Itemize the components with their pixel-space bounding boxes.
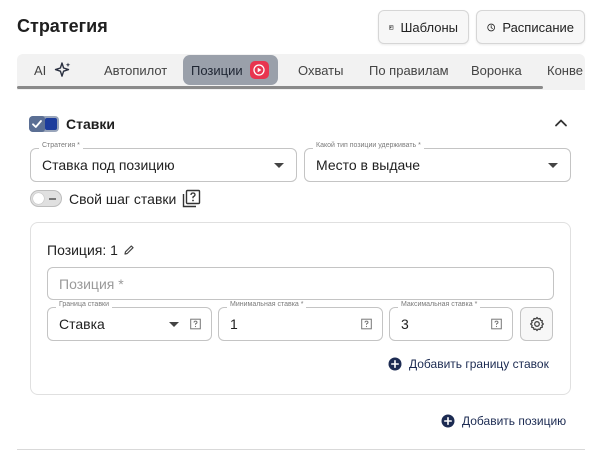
- position-title: Позиция: 1: [47, 242, 118, 258]
- add-bid-border-label: Добавить границу ставок: [409, 357, 549, 371]
- gear-icon: [529, 316, 544, 332]
- dropdown-arrow-icon: [274, 163, 284, 168]
- min-bid-input[interactable]: Минимальная ставка * 1: [218, 301, 383, 341]
- tab-conversions-label: Конве: [547, 62, 583, 78]
- page-title: Стратегия: [17, 16, 108, 36]
- toggle-off-icon: [49, 198, 56, 200]
- tab-ai-label: AI: [34, 62, 47, 78]
- tab-rules-label: По правилам: [369, 62, 449, 78]
- templates-button[interactable]: Шаблоны: [378, 10, 469, 44]
- position-input[interactable]: Позиция *: [47, 267, 554, 300]
- add-position-button[interactable]: Добавить позицию: [441, 414, 566, 428]
- header: Стратегия Шаблоны Расписание: [0, 0, 598, 54]
- hold-type-select[interactable]: Какой тип позиции удерживать * Место в в…: [304, 142, 571, 182]
- help-icon[interactable]: [491, 318, 502, 330]
- add-bid-border-button[interactable]: Добавить границу ставок: [388, 357, 549, 371]
- tab-reach-label: Охваты: [298, 62, 344, 78]
- tab-autopilot[interactable]: Автопилот: [104, 55, 167, 85]
- own-step-label: Свой шаг ставки: [69, 191, 177, 207]
- position-card: Позиция: 1 Позиция * Граница ставки Став…: [30, 222, 571, 395]
- chevron-up-icon[interactable]: [553, 116, 569, 130]
- min-bid-label: Минимальная ставка *: [227, 301, 307, 308]
- help-icon[interactable]: [361, 318, 372, 330]
- strategy-select[interactable]: Стратегия * Ставка под позицию: [30, 142, 297, 182]
- templates-button-label: Шаблоны: [400, 19, 459, 35]
- tabs-scrollbar[interactable]: [17, 86, 543, 89]
- bid-border-select[interactable]: Граница ставки Ставка: [47, 301, 212, 341]
- tab-funnel[interactable]: Воронка: [471, 55, 522, 85]
- bid-border-value: Ставка: [59, 316, 105, 332]
- template-icon: [389, 24, 394, 30]
- own-step-toggle[interactable]: [30, 190, 62, 207]
- checkmark-icon: [29, 116, 45, 132]
- schedule-button-label: Расписание: [502, 19, 574, 35]
- tab-funnel-label: Воронка: [471, 62, 522, 78]
- toggle-knob: [33, 193, 44, 204]
- strategy-select-label: Стратегия *: [39, 142, 83, 149]
- schedule-button[interactable]: Расписание: [476, 10, 585, 44]
- tab-autopilot-label: Автопилот: [104, 62, 168, 78]
- plus-circle-icon: [388, 357, 402, 371]
- bids-section: Ставки Стратегия * Ставка под позицию Ка…: [17, 100, 585, 450]
- tab-ai[interactable]: AI: [34, 55, 72, 85]
- strategy-tabs: AI Автопилот Позиции Охваты По правилам …: [17, 54, 585, 90]
- help-icon[interactable]: [190, 318, 201, 330]
- bids-checkbox[interactable]: [29, 116, 59, 132]
- position-input-placeholder: Позиция *: [59, 275, 124, 292]
- youtube-play-icon: [249, 61, 269, 79]
- min-bid-value: 1: [230, 316, 238, 332]
- max-bid-label: Максимальная ставка *: [398, 301, 481, 308]
- dropdown-arrow-icon: [548, 163, 558, 168]
- help-icon[interactable]: [182, 189, 201, 208]
- checkbox-fill: [45, 118, 57, 130]
- clock-icon: [487, 23, 495, 31]
- tab-conversions[interactable]: Конве: [547, 55, 583, 85]
- plus-circle-icon: [441, 414, 455, 428]
- bid-settings-button[interactable]: [520, 307, 553, 341]
- sparkles-icon: [55, 62, 71, 77]
- add-position-label: Добавить позицию: [462, 414, 567, 428]
- max-bid-value: 3: [401, 316, 409, 332]
- hold-type-select-label: Какой тип позиции удерживать *: [313, 142, 424, 149]
- pencil-icon[interactable]: [123, 244, 135, 256]
- section-title: Ставки: [66, 116, 115, 132]
- tab-reach[interactable]: Охваты: [298, 55, 343, 85]
- tab-positions-label: Позиции: [191, 62, 243, 78]
- strategy-select-value: Ставка под позицию: [42, 157, 175, 173]
- dropdown-arrow-icon: [169, 322, 179, 327]
- hold-type-select-value: Место в выдаче: [316, 157, 421, 173]
- tab-positions[interactable]: Позиции: [183, 55, 278, 85]
- tab-rules[interactable]: По правилам: [369, 55, 449, 85]
- bid-border-label: Граница ставки: [56, 301, 113, 308]
- max-bid-input[interactable]: Максимальная ставка * 3: [389, 301, 513, 341]
